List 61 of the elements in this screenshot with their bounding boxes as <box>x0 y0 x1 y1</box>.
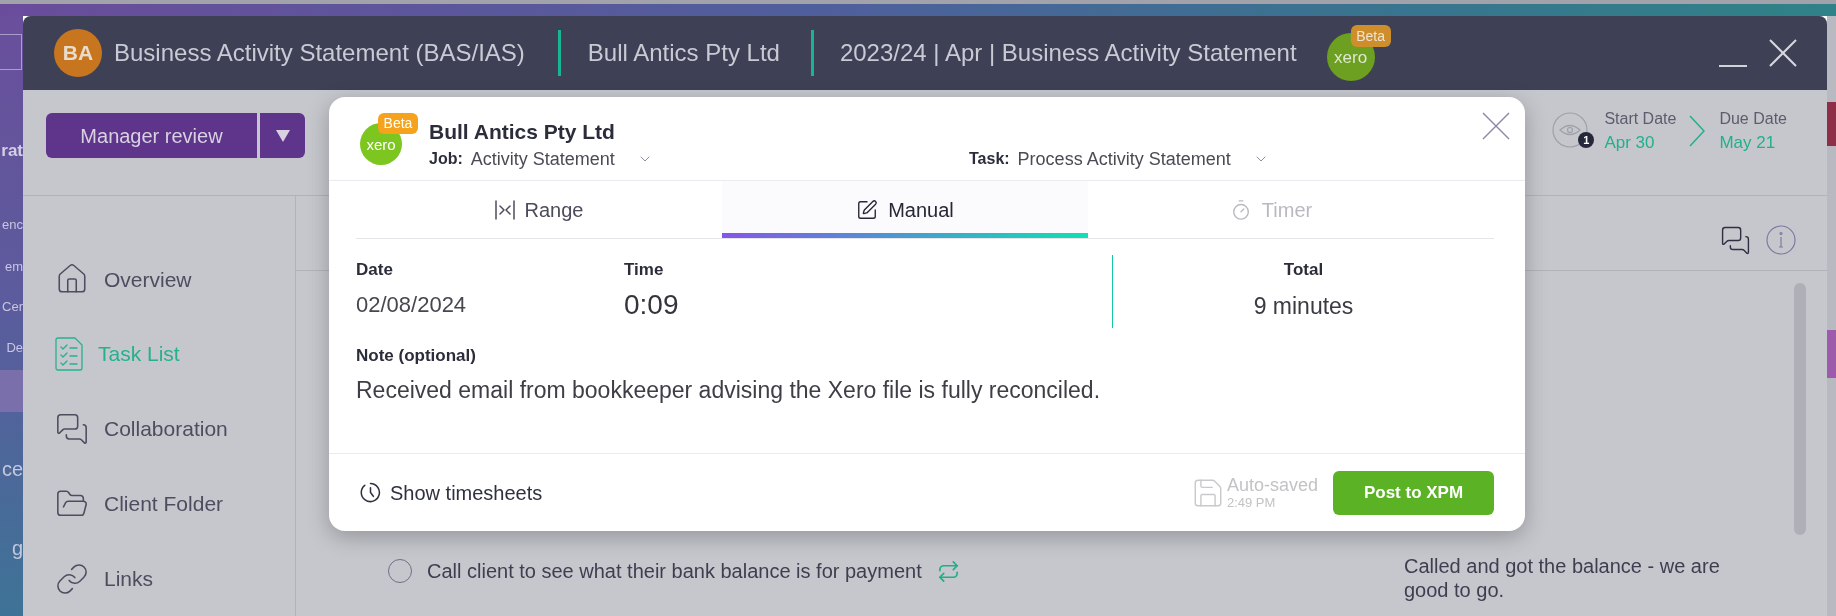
due-date-label: Due Date <box>1719 109 1787 128</box>
date-value: 02/08/2024 <box>356 291 467 319</box>
caret-down-icon <box>275 129 290 142</box>
range-icon <box>494 199 515 220</box>
chat-bubbles-icon[interactable] <box>1720 225 1751 256</box>
period-title: 2023/24 | Apr | Business Activity Statement <box>839 38 1297 68</box>
count-badge: 1 <box>1578 132 1595 148</box>
sidebar-item[interactable]: Client Folder <box>23 466 295 542</box>
clock-icon <box>360 482 381 503</box>
background-text: em <box>4 259 23 275</box>
start-date-value: Apr 30 <box>1604 132 1656 153</box>
client-name: Bull Antics Pty Ltd <box>587 38 780 68</box>
background-text: Cer <box>2 299 23 315</box>
avatar: BA <box>54 29 102 77</box>
show-timesheets-button[interactable]: Show timesheets <box>360 477 543 508</box>
background-text: rat <box>1 141 23 161</box>
dialog-close-button[interactable] <box>1482 112 1510 140</box>
badge: Beta <box>378 113 418 134</box>
close-icon <box>1769 39 1797 67</box>
autosave-time: 2:49 PM <box>1226 494 1277 511</box>
scrollbar[interactable] <box>1794 283 1806 535</box>
background-text: g <box>11 537 23 559</box>
background-text: ce <box>1 458 23 480</box>
background-text: enc <box>2 217 23 233</box>
task-text: Call client to see what their bank balance is for payment <box>427 559 922 583</box>
chevron-right-icon <box>1689 115 1706 147</box>
autosave-label: Auto-saved <box>1226 474 1318 495</box>
sidebar-item[interactable]: Overview <box>23 242 295 317</box>
status-button[interactable]: Manager review <box>46 113 257 158</box>
time-label: Time <box>624 260 664 280</box>
start-date-label: Start Date <box>1604 109 1677 128</box>
checklist-icon <box>55 337 83 372</box>
job-label: Job: <box>429 149 463 169</box>
sidebar-item[interactable]: Links <box>23 541 295 616</box>
chat-bubbles-icon <box>55 412 89 446</box>
eye-icon <box>1552 112 1589 148</box>
total-label: Total <box>1283 260 1324 280</box>
background-text: De <box>6 340 23 356</box>
watchers-button[interactable]: 1 <box>1552 112 1595 148</box>
due-date-value: May 21 <box>1719 132 1777 153</box>
dialog-client-name: Bull Antics Pty Ltd <box>429 119 616 145</box>
task-label: Task: <box>969 149 1010 169</box>
status-dropdown-button[interactable] <box>260 113 305 158</box>
task-comment: Called and got the balance - we are good to go. <box>1404 554 1721 602</box>
note-field[interactable]: Received email from bookkeeper advising the Xero file is fully reconciled. <box>356 376 1494 404</box>
link-icon <box>55 561 89 596</box>
note-label: Note (optional) <box>356 346 476 366</box>
sidebar-item[interactable]: Collaboration <box>23 391 295 467</box>
job-select[interactable]: Activity Statement <box>470 145 653 173</box>
badge: Beta <box>1350 25 1391 47</box>
total-value: 9 minutes <box>1253 292 1354 320</box>
tab[interactable]: Range <box>356 181 722 238</box>
task-select[interactable]: Process Activity Statement <box>1017 145 1269 173</box>
tab[interactable]: Manual <box>722 181 1088 238</box>
minimize-icon <box>1719 65 1747 67</box>
edit-icon <box>856 198 879 221</box>
window-title: Business Activity Statement (BAS/IAS) <box>114 38 525 68</box>
time-value: 0:09 <box>624 289 679 321</box>
close-icon <box>1482 112 1510 140</box>
date-label: Date <box>356 260 393 280</box>
close-button[interactable] <box>1769 39 1797 67</box>
